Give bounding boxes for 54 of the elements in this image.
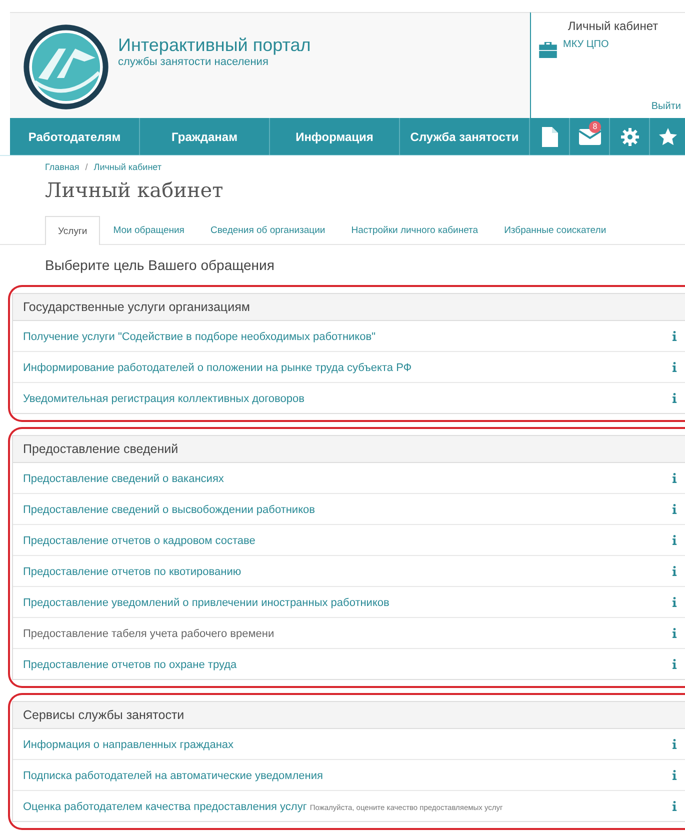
tab[interactable]: Услуги	[45, 216, 100, 245]
document-icon	[542, 126, 558, 146]
portal-title: Интерактивный портал	[118, 35, 311, 56]
service-link[interactable]: Информация о направленных гражданах	[23, 739, 234, 751]
mail-icon	[578, 128, 600, 144]
info-icon[interactable]	[672, 597, 677, 607]
service-link[interactable]: Предоставление уведомлений о привлечении иностранных работников	[23, 597, 390, 609]
info-icon[interactable]	[672, 393, 677, 403]
info-icon[interactable]	[672, 473, 677, 483]
info-icon[interactable]	[672, 331, 677, 341]
service-link[interactable]: Предоставление сведений о вакансиях	[23, 473, 224, 485]
tab[interactable]: Мои обращения	[100, 216, 198, 244]
service-link[interactable]: Информирование работодателей о положении на рынке труда субъекта РФ	[23, 362, 412, 374]
info-icon[interactable]	[672, 659, 677, 669]
service-link[interactable]: Получение услуги "Содействие в подборе необходимых работников"	[23, 331, 376, 343]
settings-icon	[620, 128, 638, 146]
service-link[interactable]: Подписка работодателей на автоматические уведомления	[23, 770, 323, 782]
info-icon[interactable]	[672, 739, 677, 749]
star-icon	[658, 128, 676, 146]
info-icon[interactable]	[672, 566, 677, 576]
service-link[interactable]: Предоставление отчетов о кадровом составе	[23, 535, 256, 547]
briefcase-icon	[539, 42, 557, 58]
service-link[interactable]: Уведомительная регистрация коллективных договоров	[23, 393, 304, 405]
portal-subtitle: службы занятости населения	[118, 56, 270, 68]
info-icon[interactable]	[672, 362, 677, 372]
section-heading: Выберите цель Вашего обращения	[45, 257, 276, 273]
panel-heading: Государственные услуги организациям	[13, 294, 685, 321]
nav-item[interactable]: Гражданам	[140, 118, 270, 155]
nav-item[interactable]: Информация	[270, 118, 400, 155]
service-link[interactable]: Предоставление отчетов по охране труда	[23, 659, 237, 671]
info-icon[interactable]	[672, 504, 677, 514]
service-link[interactable]: Предоставление отчетов по квотированию	[23, 566, 242, 578]
breadcrumb-separator: /	[85, 162, 88, 172]
tab[interactable]: Настройки личного кабинета	[338, 216, 492, 244]
tab[interactable]: Сведения об организации	[197, 216, 338, 244]
breadcrumb-link[interactable]: Главная	[45, 162, 80, 172]
account-title: Личный кабинет	[566, 19, 660, 33]
service-link[interactable]: Предоставление сведений о высвобождении работников	[23, 504, 315, 516]
info-icon[interactable]	[672, 535, 677, 545]
info-icon[interactable]	[672, 770, 677, 780]
tab[interactable]: Избранные соискатели	[491, 216, 620, 244]
nav-item[interactable]: Работодателям	[10, 118, 140, 155]
service-link[interactable]: Оценка работодателем качества предоставления услуг	[23, 801, 307, 813]
breadcrumb-link[interactable]: Личный кабинет	[94, 162, 162, 172]
notification-badge: 8	[589, 121, 601, 133]
panel-heading: Предоставление сведений	[13, 436, 685, 463]
mail-button[interactable]: 8	[570, 118, 610, 155]
logout-link[interactable]: Выйти	[651, 101, 681, 112]
page-title: Личный кабинет	[45, 178, 224, 202]
info-icon[interactable]	[672, 801, 677, 811]
organization-link[interactable]: МКУ ЦПО	[563, 39, 609, 50]
nav-item[interactable]: Служба занятости	[400, 118, 530, 155]
info-icon[interactable]	[672, 628, 677, 638]
panel-heading: Сервисы службы занятости	[13, 702, 685, 729]
